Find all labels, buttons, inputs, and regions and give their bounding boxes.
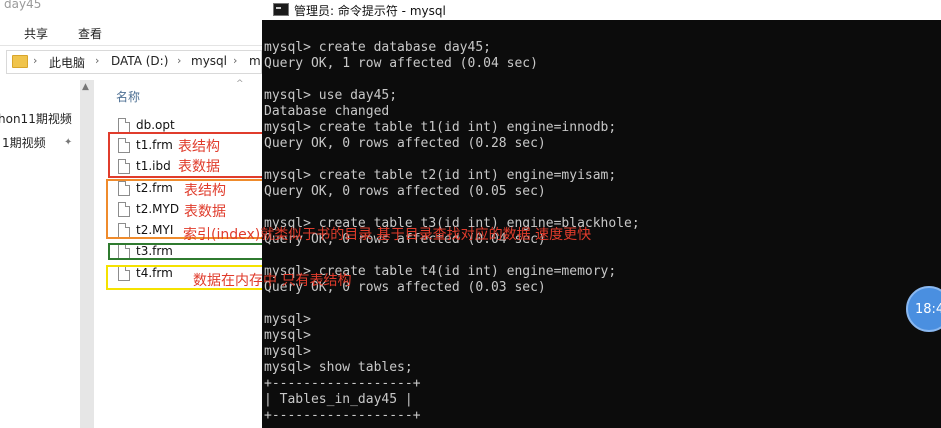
console-line: Query OK, 1 row affected (0.04 sec) [264, 56, 538, 71]
ribbon-tab-view[interactable]: 查看 [78, 25, 102, 42]
breadcrumb-separator-icon: › [95, 54, 100, 67]
console-line: +------------------+ [264, 408, 421, 423]
breadcrumb-data-drive[interactable]: DATA (D:) [111, 54, 168, 68]
console-line: | Tables_in_day45 | [264, 392, 413, 407]
console-line: Query OK, 0 rows affected (0.05 sec) [264, 184, 546, 199]
console-line: mysql> create database day45; [264, 40, 491, 55]
nav-item-video-1[interactable]: hon11期视频 [0, 110, 72, 127]
pin-icon: ✦ [64, 113, 73, 124]
breadcrumb-next[interactable]: m [249, 54, 261, 68]
console-line: +------------------+ [264, 376, 421, 391]
breadcrumb-separator-icon: › [177, 54, 182, 67]
breadcrumb-mysql[interactable]: mysql [191, 54, 227, 68]
command-prompt-window[interactable]: 管理员: 命令提示符 - mysql mysql> create databas… [262, 0, 941, 428]
file-icon [118, 118, 130, 133]
explorer-title: day45 [4, 0, 42, 11]
pin-icon: ✦ [64, 137, 73, 148]
clock-time: 18:4 [915, 302, 941, 317]
folder-icon [12, 55, 28, 68]
annotation-t1-frm: 表结构 [178, 139, 220, 155]
breadcrumb-separator-icon: › [33, 54, 38, 67]
address-bar[interactable]: › 此电脑 › DATA (D:) › mysql › m [6, 50, 262, 74]
column-header-name[interactable]: 名称 [116, 88, 140, 105]
annotation-t2-frm: 表结构 [184, 183, 226, 199]
navigation-scrollbar[interactable]: ▲ [80, 80, 94, 428]
console-line: mysql> [264, 344, 311, 359]
scroll-up-icon[interactable]: ▲ [82, 82, 89, 92]
sort-caret-icon: ^ [236, 79, 244, 89]
breadcrumb-separator-icon: › [233, 54, 238, 67]
annotation-t1-ibd: 表数据 [178, 159, 220, 175]
annotation-t2-myd: 表数据 [184, 204, 226, 220]
annotation-t2-myi: 索引(index)就类似于书的目录 基于目录查找对应的数据 速度更快 [183, 227, 592, 243]
nav-item-video-2[interactable]: 1期视频 [2, 134, 46, 151]
console-line: mysql> use day45; [264, 88, 398, 103]
console-line: Database changed [264, 104, 390, 119]
annotation-t4-frm: 数据在内存中 只有表结构 [193, 273, 352, 289]
console-title: 管理员: 命令提示符 - mysql [294, 4, 446, 18]
ribbon-tab-share[interactable]: 共享 [24, 25, 48, 42]
annotation-box-t3 [108, 243, 264, 260]
console-titlebar: 管理员: 命令提示符 - mysql [262, 0, 941, 20]
navigation-pane: hon11期视频 ✦ 1期视频 ✦ [0, 80, 80, 428]
breadcrumb-this-pc[interactable]: 此电脑 [49, 54, 85, 71]
explorer-ribbon: 共享 查看 [0, 20, 262, 46]
console-line: Query OK, 0 rows affected (0.28 sec) [264, 136, 546, 151]
console-line: mysql> [264, 312, 311, 327]
console-line: mysql> create table t1(id int) engine=in… [264, 120, 617, 135]
cmd-icon [273, 3, 289, 16]
console-line: mysql> create table t2(id int) engine=my… [264, 168, 617, 183]
console-line: mysql> show tables; [264, 360, 413, 375]
file-name: db.opt [136, 118, 175, 132]
console-line: mysql> [264, 328, 311, 343]
